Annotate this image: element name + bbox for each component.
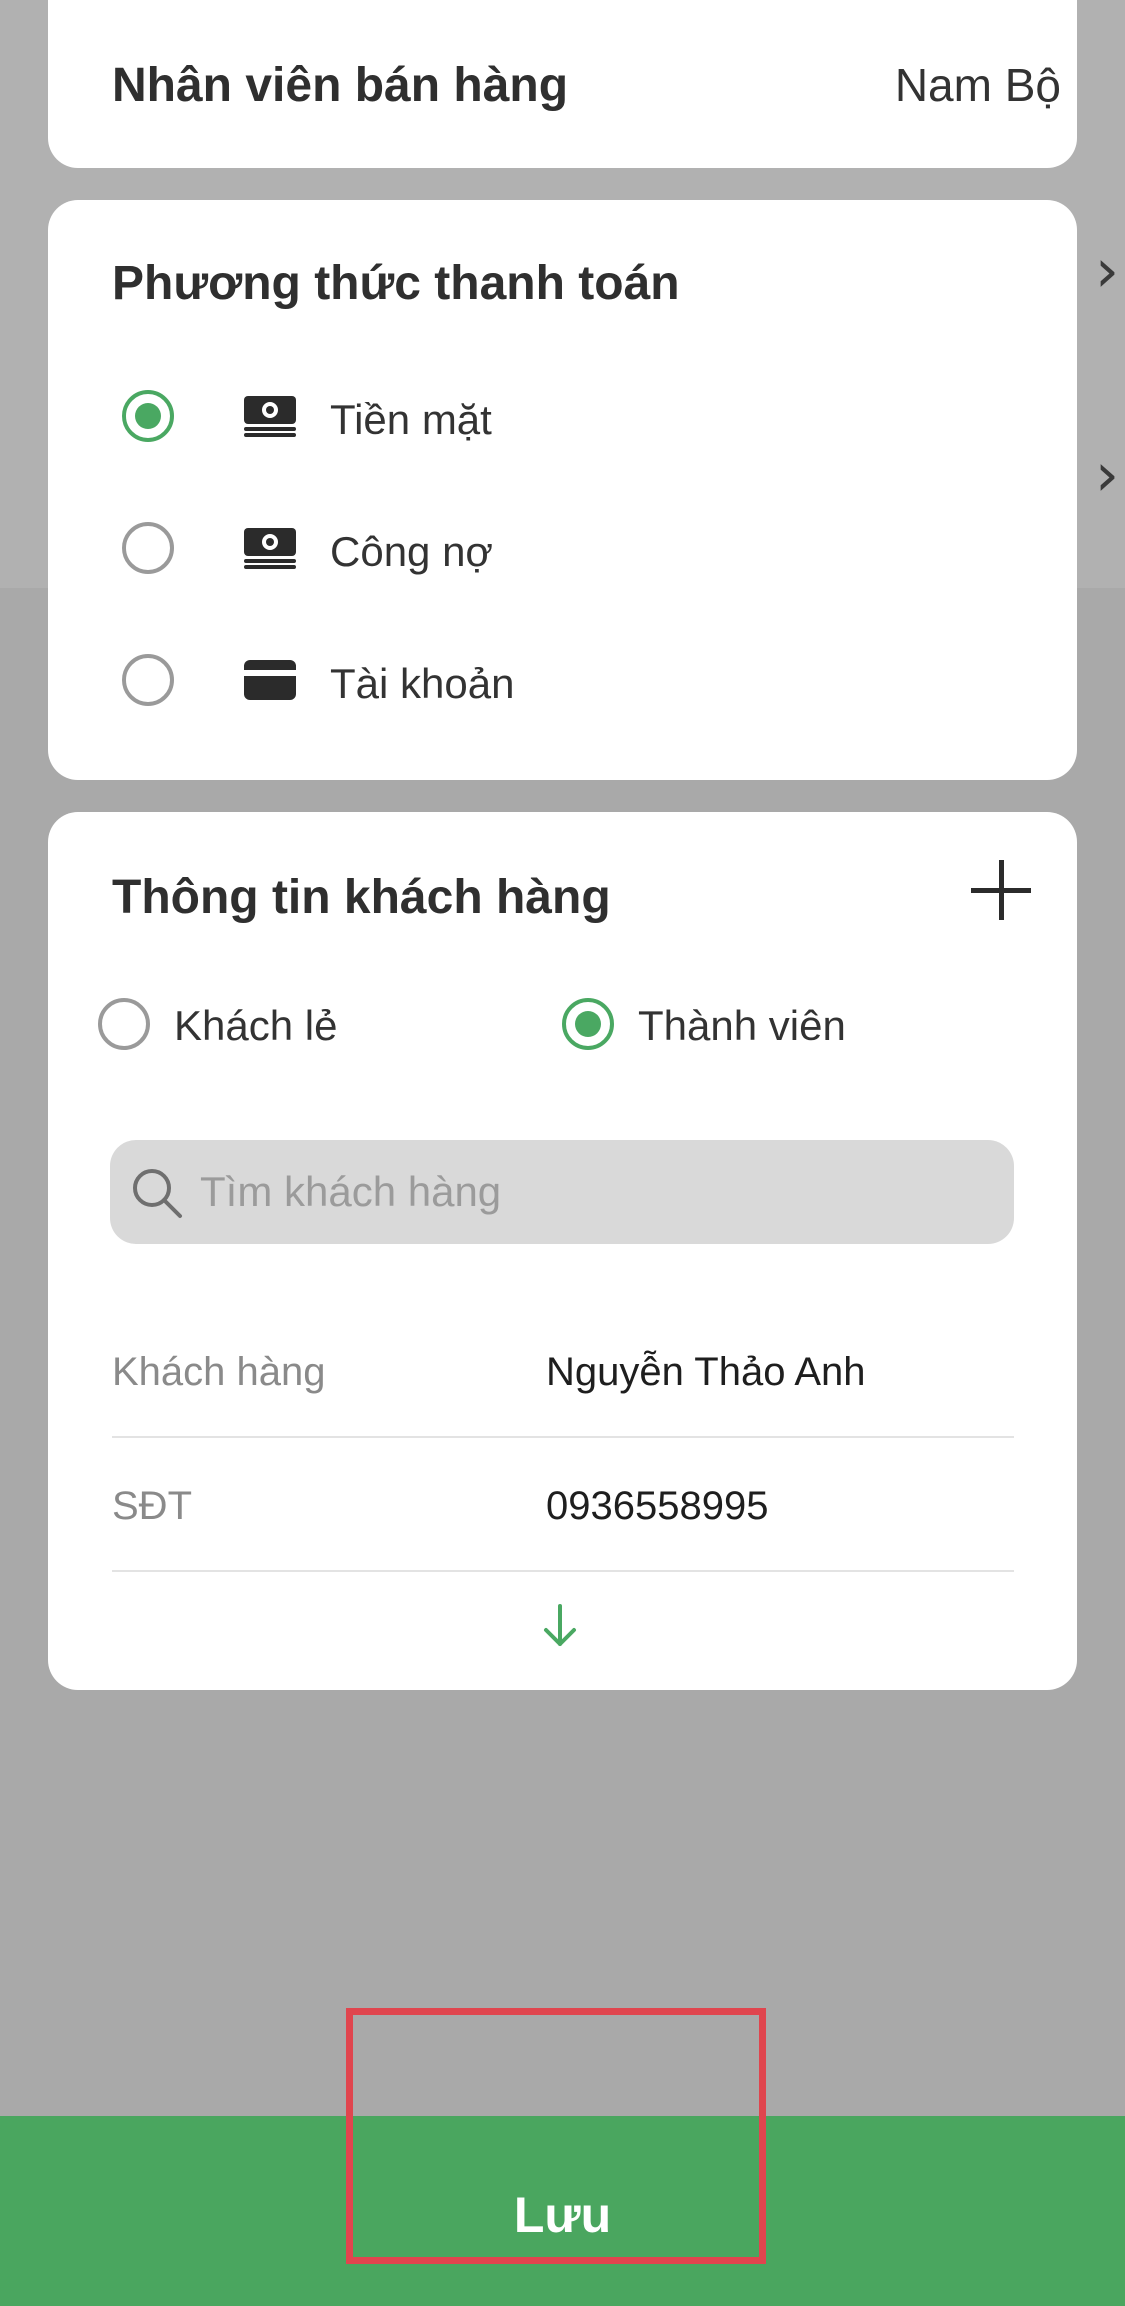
save-button[interactable]: Lưu <box>0 2116 1125 2306</box>
customer-phone-value: 0936558995 <box>546 1484 769 1528</box>
payment-option-cash[interactable]: Tiền mặt <box>48 366 1077 466</box>
customer-info-card: Thông tin khách hàng Khách lẻ Thành viên… <box>48 812 1077 1690</box>
radio-button[interactable] <box>98 998 150 1050</box>
staff-card: Nhân viên bán hàng Nam Bộ <box>48 0 1077 168</box>
payment-method-title: Phương thức thanh toán <box>112 257 680 310</box>
add-customer-plus-icon[interactable] <box>969 858 1033 922</box>
payment-method-card: Phương thức thanh toán Tiền mặt Công nợ … <box>48 200 1077 780</box>
radio-button[interactable] <box>122 522 174 574</box>
staff-label: Nhân viên bán hàng <box>112 59 569 112</box>
arrow-down-icon[interactable] <box>530 1596 590 1656</box>
customer-type-retail[interactable]: Khách lẻ <box>98 992 398 1058</box>
cash-icon <box>244 396 296 437</box>
customer-search-input[interactable] <box>200 1140 990 1244</box>
radio-button[interactable] <box>122 654 174 706</box>
customer-phone-key: SĐT <box>112 1484 192 1528</box>
customer-type-member[interactable]: Thành viên <box>562 992 882 1058</box>
customer-name-key: Khách hàng <box>112 1350 326 1394</box>
customer-search-box[interactable] <box>110 1140 1014 1244</box>
chevron-icon: › <box>1095 236 1119 306</box>
customer-name-row: Khách hàng Nguyễn Thảo Anh <box>112 1304 1014 1438</box>
payment-option-label: Công nợ <box>330 528 493 575</box>
payment-option-account[interactable]: Tài khoản <box>48 630 1077 730</box>
customer-phone-row: SĐT 0936558995 <box>112 1438 1014 1572</box>
chevron-icon: › <box>1095 440 1119 510</box>
payment-option-label: Tài khoản <box>330 660 515 707</box>
payment-option-debt[interactable]: Công nợ <box>48 498 1077 598</box>
search-icon <box>133 1169 182 1218</box>
customer-info-title: Thông tin khách hàng <box>112 871 611 924</box>
customer-type-label: Thành viên <box>638 1002 846 1049</box>
payment-option-label: Tiền mặt <box>330 396 492 443</box>
save-button-label: Lưu <box>513 2187 612 2243</box>
customer-type-label: Khách lẻ <box>174 1002 338 1049</box>
staff-value[interactable]: Nam Bộ <box>895 58 1061 112</box>
radio-button-selected[interactable] <box>562 998 614 1050</box>
card-icon <box>244 660 296 700</box>
cash-icon <box>244 528 296 569</box>
customer-name-value: Nguyễn Thảo Anh <box>546 1350 866 1394</box>
radio-button-selected[interactable] <box>122 390 174 442</box>
